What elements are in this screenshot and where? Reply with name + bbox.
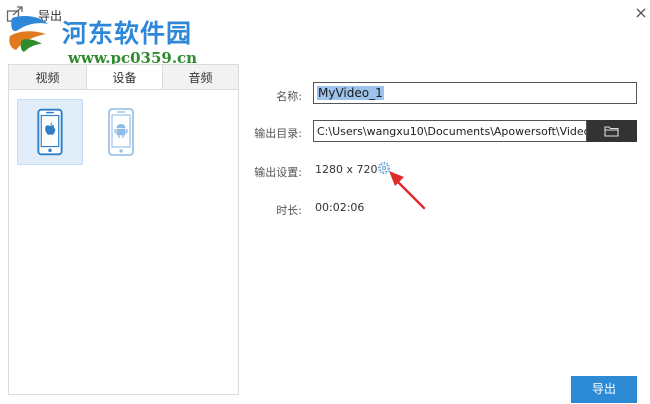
tab-bar: 视频 设备 音频 bbox=[8, 64, 239, 92]
tab-video[interactable]: 视频 bbox=[9, 65, 86, 91]
iphone-apple-icon bbox=[37, 108, 63, 156]
output-dir-value: C:\Users\wangxu10\Documents\Apowersoft\V… bbox=[317, 125, 587, 138]
folder-icon bbox=[604, 126, 619, 137]
watermark-logo bbox=[9, 16, 48, 52]
export-button[interactable]: 导出 bbox=[571, 376, 637, 403]
annotation-arrow bbox=[389, 171, 426, 210]
output-dir-label: 输出目录: bbox=[254, 127, 302, 140]
android-phone-icon bbox=[108, 108, 134, 156]
tab-device[interactable]: 设备 bbox=[86, 65, 163, 92]
device-ios-tile[interactable] bbox=[17, 99, 83, 165]
name-label: 名称: bbox=[276, 90, 302, 103]
device-android-tile[interactable] bbox=[98, 99, 144, 165]
name-value: MyVideo_1 bbox=[317, 86, 384, 100]
name-input[interactable]: MyVideo_1 bbox=[313, 82, 637, 104]
output-dir-input[interactable]: C:\Users\wangxu10\Documents\Apowersoft\V… bbox=[313, 120, 587, 142]
watermark-site-name: 河东软件园 bbox=[62, 19, 193, 48]
duration-value: 00:02:06 bbox=[315, 201, 365, 214]
output-settings-label: 输出设置: bbox=[254, 166, 302, 179]
duration-label: 时长: bbox=[276, 204, 302, 217]
close-button[interactable]: × bbox=[633, 4, 649, 22]
browse-folder-button[interactable] bbox=[587, 120, 637, 142]
resolution-value: 1280 x 720 bbox=[315, 163, 378, 176]
